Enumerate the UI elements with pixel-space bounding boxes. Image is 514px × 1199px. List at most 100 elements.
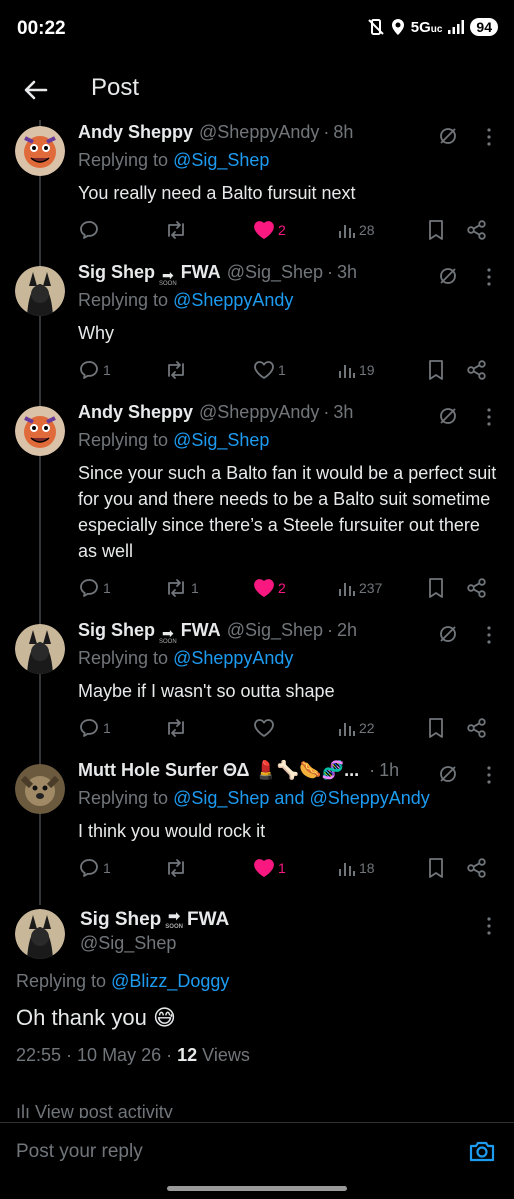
camera-icon[interactable]: [468, 1137, 496, 1165]
reply-target-link[interactable]: @SheppyAndy: [173, 648, 293, 668]
post-time: 2h: [337, 620, 358, 640]
share-button[interactable]: [466, 856, 488, 880]
like-button[interactable]: [253, 716, 278, 740]
repost-button[interactable]: [164, 218, 191, 242]
like-count: 1: [278, 362, 286, 378]
avatar[interactable]: [15, 406, 65, 456]
grok-icon[interactable]: [438, 764, 458, 784]
more-options-icon[interactable]: [486, 128, 492, 146]
analytics-icon: [339, 583, 355, 596]
soon-arrow-icon: ➡ SOON: [165, 908, 183, 930]
reply-button[interactable]: [78, 218, 103, 242]
post-text: I think you would rock it: [78, 821, 266, 841]
author-name[interactable]: Andy Sheppy: [78, 122, 193, 143]
avatar[interactable]: [15, 126, 65, 176]
like-count: 2: [278, 580, 286, 596]
signal-icon: [448, 20, 465, 34]
post-meta: 22:55 · 10 May 26 · 12 Views: [16, 1045, 250, 1066]
home-indicator[interactable]: [167, 1186, 347, 1191]
author-handle[interactable]: @SheppyAndy: [199, 402, 319, 423]
more-options-icon[interactable]: [486, 917, 492, 935]
view-post-activity-link[interactable]: ılı View post activity: [16, 1102, 173, 1118]
views-button[interactable]: 19: [338, 358, 375, 382]
author-handle[interactable]: @SheppyAndy: [199, 122, 319, 143]
reply-target-link[interactable]: @Sig_Shep and @SheppyAndy: [173, 788, 430, 808]
reply-count: 1: [103, 580, 111, 596]
reply-target-link[interactable]: @SheppyAndy: [173, 290, 293, 310]
avatar[interactable]: [15, 909, 65, 959]
repost-button[interactable]: 1: [164, 576, 199, 600]
bookmark-button[interactable]: [427, 716, 445, 740]
author-name[interactable]: Sig Shep: [78, 620, 155, 641]
reply-target-link[interactable]: @Sig_Shep: [173, 430, 269, 450]
like-button[interactable]: 2: [253, 576, 286, 600]
reply-post[interactable]: Mutt Hole Surfer ΘΔ 💄🦴🌭🧬... · 1h Replying …: [0, 758, 514, 898]
avatar[interactable]: [15, 624, 65, 674]
repost-button[interactable]: [164, 716, 191, 740]
soon-arrow-icon: ➡ SOON: [159, 625, 177, 645]
bookmark-icon: [429, 578, 443, 598]
views-count: 12: [177, 1045, 198, 1065]
bookmark-button[interactable]: [427, 358, 445, 382]
more-options-icon[interactable]: [486, 268, 492, 286]
views-button[interactable]: 18: [338, 856, 375, 880]
repost-icon: [168, 719, 184, 737]
more-options-icon[interactable]: [486, 626, 492, 644]
status-time: 00:22: [17, 18, 66, 39]
share-button[interactable]: [466, 218, 488, 242]
back-arrow-icon[interactable]: [20, 74, 52, 106]
more-options-icon[interactable]: [486, 766, 492, 784]
reply-header: Andy Sheppy @SheppyAndy · 8h: [78, 122, 500, 148]
reply-post[interactable]: Sig Shep ➡ SOON FWA @Sig_Shep · 3h Replying to…: [0, 260, 514, 400]
bookmark-icon: [429, 220, 443, 240]
bookmark-button[interactable]: [427, 856, 445, 880]
view-count: 22: [359, 720, 375, 736]
reply-button[interactable]: 1: [78, 576, 111, 600]
analytics-icon: [339, 225, 355, 238]
author-name[interactable]: Sig Shep: [78, 262, 155, 283]
reply-target-link[interactable]: @Sig_Shep: [173, 150, 269, 170]
comment-icon: [80, 859, 98, 877]
repost-button[interactable]: [164, 358, 191, 382]
reply-button[interactable]: 1: [78, 716, 111, 740]
reply-post[interactable]: Andy Sheppy @SheppyAndy · 8h Replying to @S…: [0, 120, 514, 260]
grok-icon[interactable]: [438, 266, 458, 286]
like-button[interactable]: 1: [253, 856, 286, 880]
post-text: Oh thank you 😅: [16, 1005, 176, 1030]
action-bar: 1 1 18: [78, 856, 498, 880]
bookmark-button[interactable]: [427, 218, 445, 242]
author-name[interactable]: Sig Shep ➡ SOON FWA: [80, 909, 229, 931]
avatar[interactable]: [15, 764, 65, 814]
reply-post[interactable]: Andy Sheppy @SheppyAndy · 3h Replying to @S…: [0, 400, 514, 598]
author-handle[interactable]: @Sig_Shep: [80, 933, 176, 954]
avatar[interactable]: [15, 266, 65, 316]
replying-to: Replying to @SheppyAndy: [78, 290, 294, 310]
grok-icon[interactable]: [438, 624, 458, 644]
replying-to: Replying to @Sig_Shep: [78, 430, 270, 450]
share-button[interactable]: [466, 716, 488, 740]
like-button[interactable]: 2: [253, 218, 286, 242]
views-button[interactable]: 28: [338, 218, 375, 242]
reply-button[interactable]: 1: [78, 856, 111, 880]
views-button[interactable]: 237: [338, 576, 382, 600]
reply-post[interactable]: Sig Shep ➡ SOON FWA @Sig_Shep · 2h Replying to…: [0, 618, 514, 758]
author-handle[interactable]: @Sig_Shep: [227, 620, 323, 641]
top-bar: Post: [0, 58, 514, 120]
reply-input[interactable]: Post your reply: [16, 1141, 143, 1163]
reply-target-link[interactable]: @Blizz_Doggy: [111, 971, 229, 991]
repost-button[interactable]: [164, 856, 191, 880]
author-name[interactable]: Andy Sheppy: [78, 402, 193, 423]
share-button[interactable]: [466, 576, 488, 600]
views-button[interactable]: 22: [338, 716, 375, 740]
grok-icon[interactable]: [438, 126, 458, 146]
comment-icon: [80, 579, 98, 597]
like-count: 2: [278, 222, 286, 238]
bookmark-button[interactable]: [427, 576, 445, 600]
like-button[interactable]: 1: [253, 358, 286, 382]
more-options-icon[interactable]: [486, 408, 492, 426]
author-name[interactable]: Mutt Hole Surfer ΘΔ 💄🦴🌭🧬...: [78, 760, 359, 781]
grok-icon[interactable]: [438, 406, 458, 426]
reply-button[interactable]: 1: [78, 358, 111, 382]
share-button[interactable]: [466, 358, 488, 382]
author-handle[interactable]: @Sig_Shep: [227, 262, 323, 283]
